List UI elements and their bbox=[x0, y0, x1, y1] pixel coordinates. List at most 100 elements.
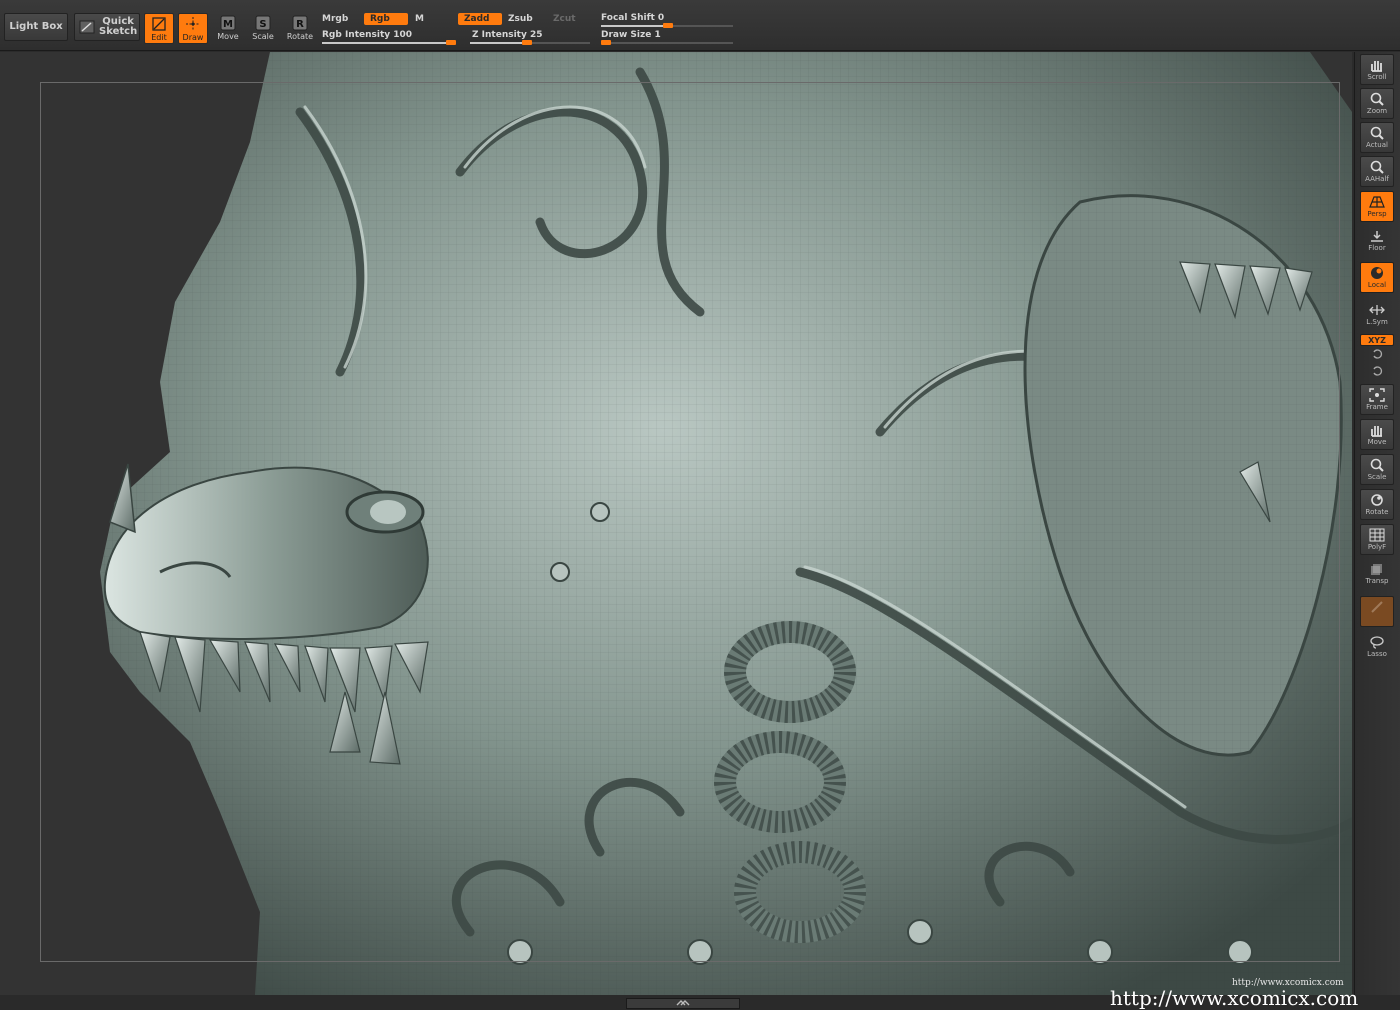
rotate-label: Rotate bbox=[1365, 508, 1389, 516]
zadd-toggle[interactable]: Zadd bbox=[458, 13, 502, 25]
quick-sketch-button[interactable]: Quick Sketch bbox=[74, 13, 140, 41]
hand-icon bbox=[1371, 426, 1382, 437]
polyf-label: PolyF bbox=[1367, 543, 1387, 551]
document-frame bbox=[40, 82, 1340, 962]
xyz-button[interactable]: XYZ bbox=[1360, 334, 1394, 346]
magnifier-icon bbox=[1370, 92, 1384, 106]
floor-icon bbox=[1371, 231, 1383, 242]
local-label: Local bbox=[1367, 281, 1387, 289]
local-button[interactable]: Local bbox=[1360, 262, 1394, 293]
move-tool-label: Move bbox=[217, 32, 239, 41]
magnifier-icon bbox=[1370, 126, 1384, 140]
polyf-button[interactable]: PolyF bbox=[1360, 524, 1394, 555]
rgb-intensity-handle[interactable] bbox=[446, 40, 456, 45]
floor-label: Floor bbox=[1368, 244, 1386, 252]
lasso-icon bbox=[1370, 636, 1384, 649]
persp-button[interactable]: Persp bbox=[1360, 191, 1394, 222]
lasso-label: Lasso bbox=[1367, 650, 1387, 658]
bottom-tray-handle[interactable] bbox=[626, 998, 740, 1009]
rgb-intensity-label: Rgb Intensity 100 bbox=[322, 30, 413, 40]
scale-tool-label: Scale bbox=[252, 32, 274, 41]
svg-text:R: R bbox=[296, 19, 304, 30]
frame-button[interactable]: Frame bbox=[1360, 384, 1394, 415]
move-icon: M bbox=[220, 15, 236, 31]
rotate-tool-button[interactable]: R Rotate bbox=[285, 13, 315, 44]
z-intensity-label: Z Intensity 25 bbox=[472, 30, 543, 40]
document-canvas[interactable] bbox=[0, 52, 1352, 995]
scale-button[interactable]: Scale bbox=[1360, 454, 1394, 485]
rotate-icon: R bbox=[292, 15, 308, 31]
magnifier-icon bbox=[1370, 458, 1384, 472]
local-sphere-icon bbox=[1371, 267, 1383, 279]
right-shelf: Scroll Zoom Actual AAHalf Persp Floor Lo… bbox=[1354, 52, 1400, 995]
scroll-label: Scroll bbox=[1367, 73, 1387, 81]
draw-size-handle[interactable] bbox=[601, 40, 611, 45]
zoom-button[interactable]: Zoom bbox=[1360, 88, 1394, 119]
rotate-circle-icon bbox=[1373, 366, 1383, 376]
frame-icon bbox=[1369, 388, 1385, 402]
z-intensity-slider[interactable] bbox=[470, 40, 590, 45]
draw-tool-label: Draw bbox=[182, 33, 204, 42]
focal-shift-slider[interactable] bbox=[601, 23, 733, 28]
draw-size-slider[interactable] bbox=[601, 40, 733, 45]
lightbox-button[interactable]: Light Box bbox=[4, 13, 68, 41]
edit-tool-label: Edit bbox=[151, 33, 167, 42]
edit-tool-button[interactable]: Edit bbox=[144, 13, 174, 44]
watermark-large: http://www.xcomicx.com bbox=[1110, 986, 1359, 1010]
scale-icon: S bbox=[255, 15, 271, 31]
focal-shift-handle[interactable] bbox=[663, 23, 673, 28]
lasso-button[interactable]: Lasso bbox=[1360, 632, 1394, 663]
move-button[interactable]: Move bbox=[1360, 419, 1394, 450]
draw-size-label: Draw Size 1 bbox=[601, 30, 661, 40]
m-toggle[interactable]: M bbox=[415, 14, 424, 24]
floor-button[interactable]: Floor bbox=[1360, 226, 1394, 257]
ghost-button[interactable] bbox=[1360, 596, 1394, 627]
quick-sketch-line2: Sketch bbox=[99, 26, 138, 37]
scale-label: Scale bbox=[1367, 473, 1387, 481]
svg-text:S: S bbox=[259, 19, 266, 30]
rotate-circle-icon bbox=[1373, 349, 1383, 359]
aahalf-button[interactable]: AAHalf bbox=[1360, 156, 1394, 187]
svg-text:M: M bbox=[223, 19, 233, 30]
scale-tool-button[interactable]: S Scale bbox=[248, 13, 278, 44]
actual-label: Actual bbox=[1366, 141, 1388, 149]
zoom-label: Zoom bbox=[1366, 107, 1388, 115]
hand-icon bbox=[1371, 61, 1382, 72]
polyframe-icon bbox=[1369, 528, 1385, 542]
edit-icon bbox=[152, 17, 166, 31]
z-intensity-handle[interactable] bbox=[522, 40, 532, 45]
rotate-icon bbox=[1371, 494, 1383, 506]
focal-shift-label: Focal Shift 0 bbox=[601, 13, 665, 23]
transp-button[interactable]: Transp bbox=[1360, 559, 1394, 590]
rotate-button[interactable]: Rotate bbox=[1360, 489, 1394, 520]
frame-label: Frame bbox=[1366, 403, 1388, 411]
transparency-icon bbox=[1371, 564, 1382, 575]
persp-label: Persp bbox=[1367, 210, 1387, 218]
move-tool-button[interactable]: M Move bbox=[213, 13, 243, 44]
expand-arrows-icon bbox=[676, 1000, 690, 1006]
scroll-button[interactable]: Scroll bbox=[1360, 54, 1394, 85]
symmetry-icon bbox=[1369, 305, 1385, 315]
draw-tool-button[interactable]: Draw bbox=[178, 13, 208, 44]
xyz-label: XYZ bbox=[1368, 336, 1386, 345]
top-toolbar: Light Box Quick Sketch Edit Draw M Move bbox=[0, 0, 1400, 51]
magnifier-icon bbox=[1370, 160, 1384, 174]
rotate-tool-label: Rotate bbox=[286, 32, 314, 41]
zcut-toggle[interactable]: Zcut bbox=[553, 14, 576, 24]
aahalf-label: AAHalf bbox=[1365, 175, 1389, 183]
transp-label: Transp bbox=[1365, 577, 1389, 585]
mrgb-toggle[interactable]: Mrgb bbox=[322, 14, 348, 24]
sketch-icon bbox=[79, 20, 95, 34]
draw-icon bbox=[186, 17, 200, 31]
actual-button[interactable]: Actual bbox=[1360, 122, 1394, 153]
move-label: Move bbox=[1367, 438, 1387, 446]
zsub-toggle[interactable]: Zsub bbox=[508, 14, 533, 24]
rgb-intensity-slider[interactable] bbox=[322, 40, 456, 45]
lightbox-label: Light Box bbox=[9, 21, 63, 32]
lsym-label: L.Sym bbox=[1366, 318, 1388, 326]
rotate-z-icon[interactable] bbox=[1360, 365, 1394, 379]
lsym-button[interactable]: L.Sym bbox=[1360, 300, 1394, 331]
rotate-y-icon[interactable] bbox=[1360, 348, 1394, 362]
rgb-toggle[interactable]: Rgb bbox=[364, 13, 408, 25]
perspective-grid-icon bbox=[1369, 196, 1385, 208]
